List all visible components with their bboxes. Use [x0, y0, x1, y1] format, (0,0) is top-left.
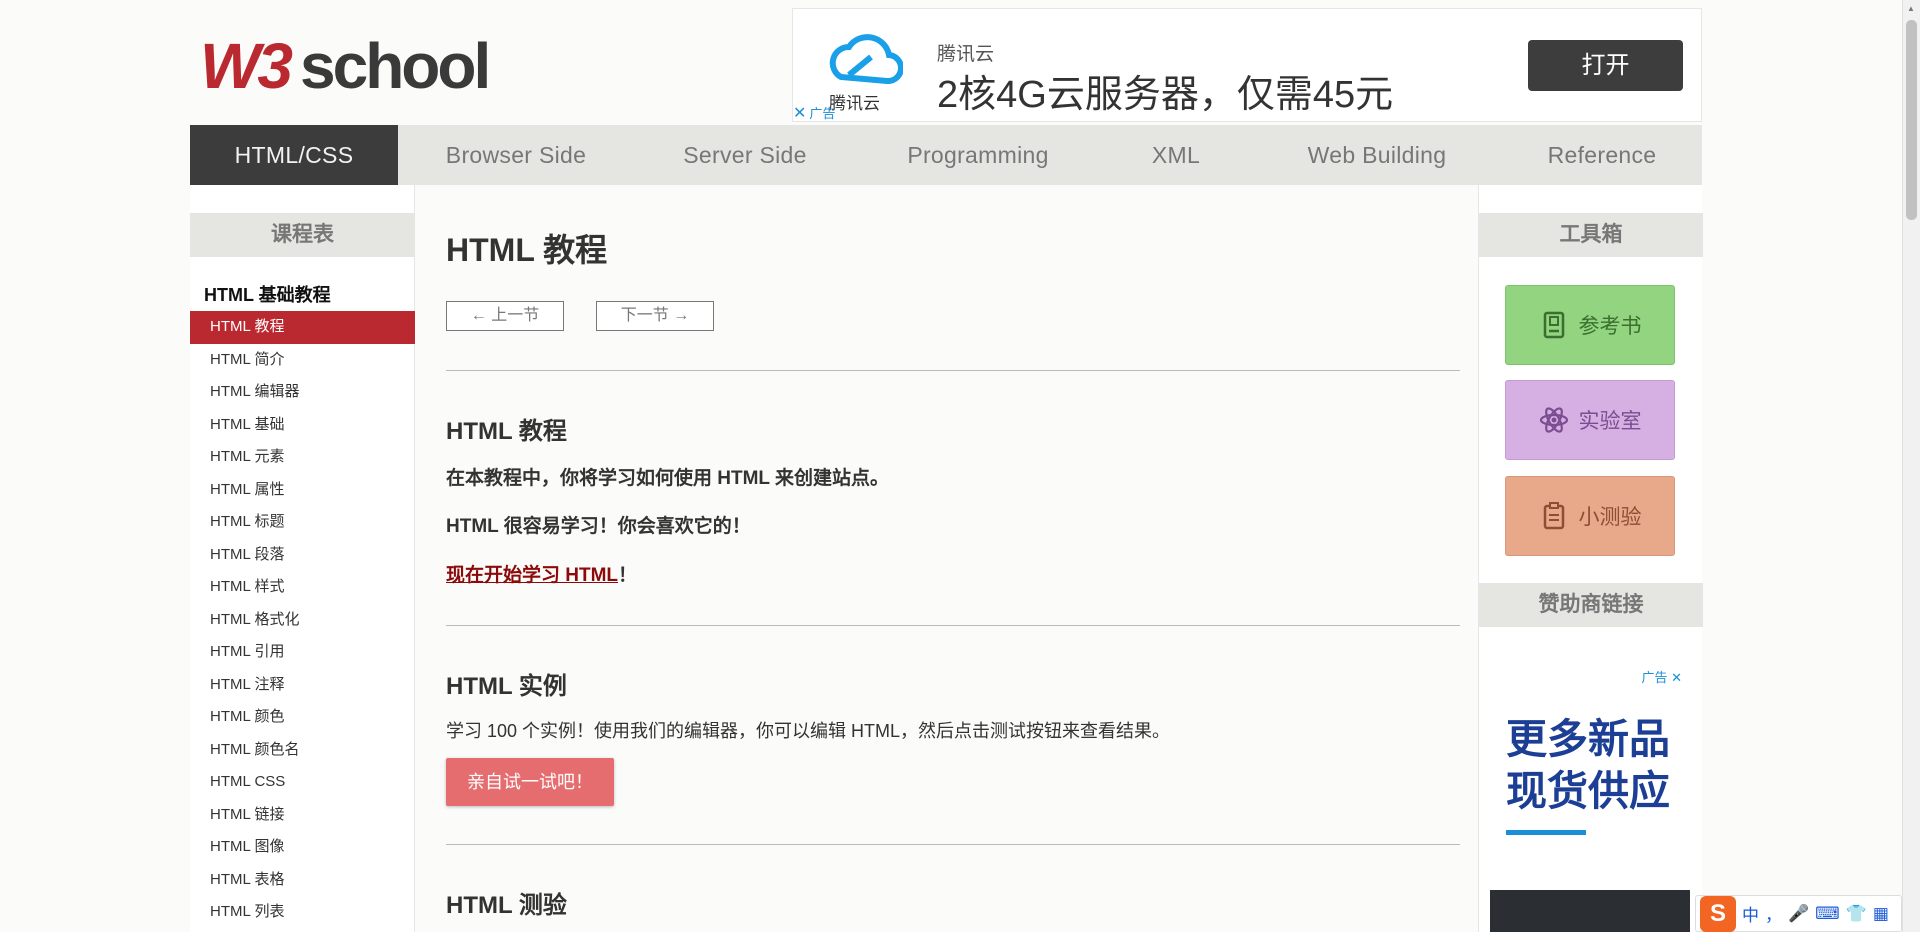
skin-icon[interactable]: 👕 — [1846, 904, 1867, 924]
quiz-button[interactable]: 小测验 — [1505, 476, 1675, 556]
close-icon[interactable]: ✕ — [793, 105, 806, 122]
divider — [446, 370, 1460, 371]
examples-paragraph: 学习 100 个实例！使用我们的编辑器，你可以编辑 HTML，然后点击测试按钮来… — [446, 721, 1171, 741]
logo-school: school — [300, 30, 488, 98]
next-section-button[interactable]: 下一节 → — [596, 301, 714, 331]
group-title: HTML 基础教程 — [204, 285, 331, 305]
course-item[interactable]: HTML 注释 — [190, 669, 415, 702]
microphone-icon[interactable]: 🎤 — [1788, 904, 1809, 924]
left-sidebar: 课程表 HTML 基础教程 HTML 教程 HTML 简介 HTML 编辑器 H… — [190, 185, 415, 932]
reference-book-button[interactable]: 参考书 — [1505, 285, 1675, 365]
side-ad[interactable]: 广告 ✕ 更多新品现货供应 — [1490, 665, 1690, 932]
page-title: HTML 教程 — [446, 232, 608, 268]
side-ad-line2: 现货供应 — [1506, 768, 1670, 814]
side-ad-label[interactable]: 广告 ✕ — [1641, 667, 1682, 686]
divider — [446, 844, 1460, 845]
course-list-heading: 课程表 — [190, 213, 415, 257]
side-ad-product-image — [1490, 890, 1690, 932]
reference-book-label: 参考书 — [1578, 315, 1642, 338]
tencent-cloud-icon: 腾讯云 — [829, 34, 903, 114]
cloud-label: 腾讯云 — [829, 94, 880, 114]
intro-paragraph-2: HTML 很容易学习！你会喜欢它的！ — [446, 516, 751, 537]
side-ad-text: 广告 — [1641, 670, 1668, 685]
course-item[interactable]: HTML 颜色名 — [190, 734, 415, 767]
course-item[interactable]: HTML 编辑器 — [190, 376, 415, 409]
course-item[interactable]: HTML 图像 — [190, 831, 415, 864]
start-learning-link[interactable]: 现在开始学习 HTML — [446, 565, 618, 586]
divider — [446, 625, 1460, 626]
top-ad-banner[interactable]: 腾讯云 腾讯云 2核4G云服务器，仅需45元 打开 ✕ 广告 — [792, 8, 1702, 122]
ime-lang-toggle[interactable]: 中 — [1742, 901, 1759, 926]
main-nav: HTML/CSS Browser Side Server Side Progra… — [190, 125, 1702, 185]
course-item[interactable]: HTML 样式 — [190, 571, 415, 604]
section-heading-quiz: HTML 测验 — [446, 892, 567, 919]
right-sidebar: 工具箱 参考书 实验室 小测验 赞助商链接 广告 ✕ 更多新品现货供应 — [1478, 185, 1703, 932]
logo-w3: W3 — [200, 30, 292, 98]
course-item[interactable]: HTML 列表 — [190, 896, 415, 929]
nav-item-reference[interactable]: Reference — [1502, 125, 1702, 185]
ad-open-button[interactable]: 打开 — [1528, 40, 1683, 91]
course-item[interactable]: HTML 简介 — [190, 344, 415, 377]
start-learning-suffix: ！ — [618, 565, 638, 586]
prev-section-button[interactable]: ← 上一节 — [446, 301, 564, 331]
course-item[interactable]: HTML 段落 — [190, 539, 415, 572]
nav-item-programming[interactable]: Programming — [856, 125, 1100, 185]
quiz-label: 小测验 — [1578, 506, 1642, 529]
course-item[interactable]: HTML 颜色 — [190, 701, 415, 734]
course-item[interactable]: HTML 元素 — [190, 441, 415, 474]
ad-headline: 2核4G云服务器，仅需45元 — [937, 74, 1394, 116]
ad-mark[interactable]: ✕ 广告 — [793, 103, 835, 123]
section-heading-tutorial: HTML 教程 — [446, 418, 567, 445]
close-icon[interactable]: ✕ — [1671, 670, 1682, 685]
ime-toolbar[interactable]: S 中 ， 🎤 ⌨ 👕 ▦ — [1695, 895, 1902, 932]
ad-label: 广告 — [809, 106, 836, 121]
nav-item-html-css[interactable]: HTML/CSS — [190, 125, 398, 185]
nav-item-browser-side[interactable]: Browser Side — [398, 125, 634, 185]
page-scrollbar[interactable]: ▲ — [1902, 0, 1920, 932]
start-learning-line: 现在开始学习 HTML！ — [446, 560, 637, 587]
nav-item-server-side[interactable]: Server Side — [634, 125, 856, 185]
course-item-html-tutorial[interactable]: HTML 教程 — [190, 311, 415, 344]
nav-item-xml[interactable]: XML — [1100, 125, 1252, 185]
sponsor-heading: 赞助商链接 — [1479, 583, 1703, 627]
ad-brand: 腾讯云 — [937, 44, 995, 65]
toolbox-heading: 工具箱 — [1479, 213, 1703, 257]
course-item[interactable]: HTML 标题 — [190, 506, 415, 539]
course-item[interactable]: HTML 表格 — [190, 864, 415, 897]
atom-icon — [1539, 407, 1568, 433]
clipboard-icon — [1543, 502, 1564, 530]
section-heading-examples: HTML 实例 — [446, 673, 567, 700]
grid-menu-icon[interactable]: ▦ — [1873, 904, 1889, 924]
lab-button[interactable]: 实验室 — [1505, 380, 1675, 460]
arrow-right-icon: → — [673, 307, 690, 324]
course-item[interactable]: HTML 链接 — [190, 799, 415, 832]
lab-label: 实验室 — [1578, 410, 1642, 433]
side-ad-line1: 更多新品 — [1506, 716, 1670, 762]
course-item[interactable]: HTML 引用 — [190, 636, 415, 669]
course-item[interactable]: HTML 属性 — [190, 474, 415, 507]
scrollbar-thumb[interactable] — [1906, 20, 1917, 220]
prev-label: 上一节 — [491, 307, 540, 324]
try-it-button[interactable]: 亲自试一试吧！ — [446, 758, 614, 806]
course-item[interactable]: HTML CSS — [190, 766, 415, 799]
sogou-logo-icon[interactable]: S — [1700, 895, 1736, 932]
page-wrapper: W3 school 腾讯云 腾讯云 2核4G云服务器，仅需45元 打开 ✕ 广告 … — [190, 0, 1703, 932]
course-item[interactable]: HTML 基础 — [190, 409, 415, 442]
punctuation-icon[interactable]: ， — [1765, 901, 1782, 926]
book-icon — [1543, 311, 1564, 339]
main-content: HTML 教程 ← 上一节 下一节 → HTML 教程 在本教程中，你将学习如何… — [415, 185, 1477, 932]
course-item[interactable]: HTML 格式化 — [190, 604, 415, 637]
next-label: 下一节 — [620, 307, 669, 324]
arrow-left-icon: ← — [470, 307, 487, 324]
nav-item-web-building[interactable]: Web Building — [1252, 125, 1502, 185]
course-list: HTML 教程 HTML 简介 HTML 编辑器 HTML 基础 HTML 元素… — [190, 311, 415, 929]
keyboard-icon[interactable]: ⌨ — [1815, 904, 1840, 924]
w3school-logo[interactable]: W3 school — [200, 28, 530, 98]
scroll-up-icon[interactable]: ▲ — [1907, 4, 1915, 13]
side-ad-headline: 更多新品 现货供应 — [1506, 713, 1670, 817]
side-ad-accent-bar — [1506, 830, 1586, 835]
intro-paragraph-1: 在本教程中，你将学习如何使用 HTML 来创建站点。 — [446, 468, 889, 489]
